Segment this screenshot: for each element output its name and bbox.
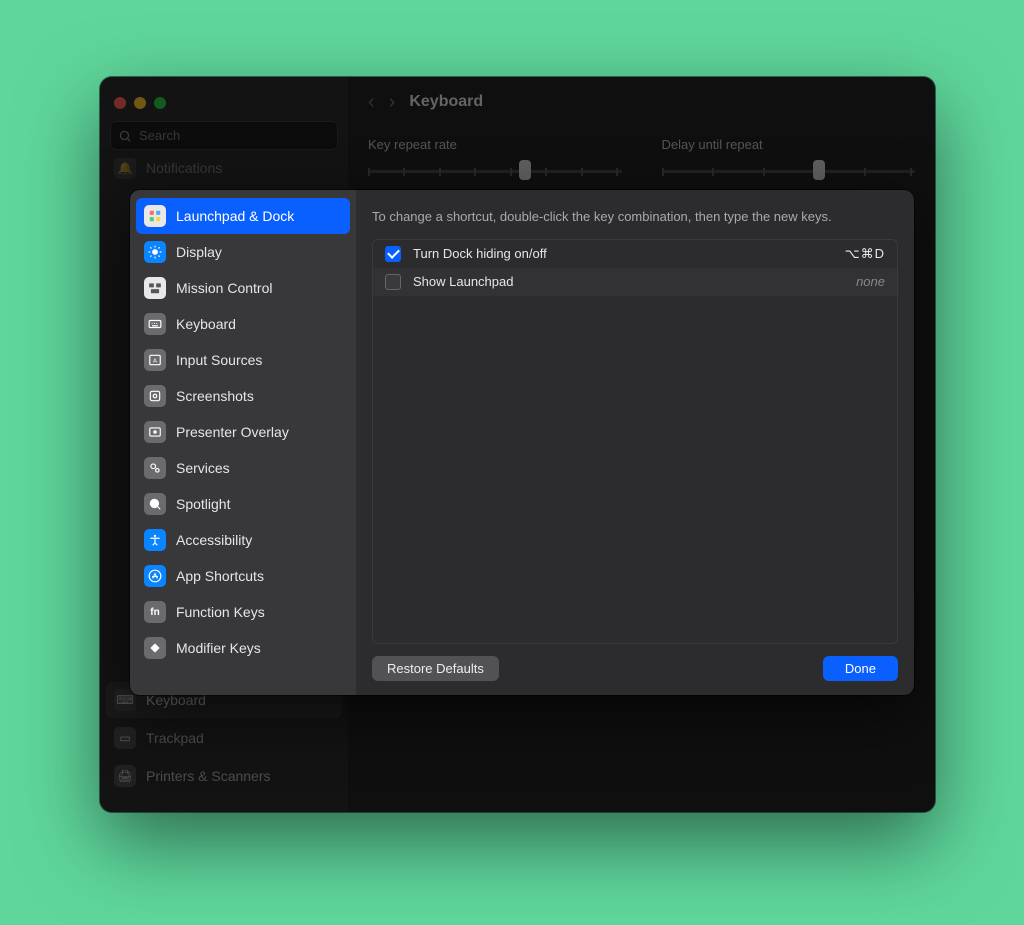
input-icon: A — [144, 349, 166, 371]
launchpad-icon — [144, 205, 166, 227]
category-label: Keyboard — [176, 316, 236, 332]
shortcut-checkbox[interactable] — [385, 274, 401, 290]
category-item[interactable]: Launchpad & Dock — [136, 198, 350, 234]
minimize-window-button[interactable] — [134, 97, 146, 109]
restore-defaults-button[interactable]: Restore Defaults — [372, 656, 499, 681]
toolbar: ‹ › Keyboard — [348, 77, 935, 127]
sidebar-item-label: Trackpad — [146, 730, 204, 746]
keyboard-shortcuts-modal: Launchpad & Dock Display Mission Control Ke… — [130, 190, 914, 695]
svg-text:A: A — [153, 358, 157, 364]
maximize-window-button[interactable] — [154, 97, 166, 109]
shortcut-label: Show Launchpad — [413, 274, 844, 289]
nav-forward-button[interactable]: › — [389, 91, 396, 114]
shortcut-row[interactable]: Turn Dock hiding on/off ⌥⌘D — [373, 240, 897, 268]
category-list: Launchpad & Dock Display Mission Control Ke… — [130, 190, 356, 695]
key-repeat-slider[interactable] — [368, 158, 622, 182]
category-item[interactable]: Display — [136, 234, 350, 270]
category-label: Services — [176, 460, 230, 476]
shortcut-label: Turn Dock hiding on/off — [413, 246, 833, 261]
category-item[interactable]: Spotlight — [136, 486, 350, 522]
slider-label: Key repeat rate — [368, 137, 622, 152]
fn-icon: fn — [144, 601, 166, 623]
slider-label: Delay until repeat — [662, 137, 916, 152]
category-item[interactable]: fn Function Keys — [136, 594, 350, 630]
category-item[interactable]: Accessibility — [136, 522, 350, 558]
presenter-icon — [144, 421, 166, 443]
sidebar-item-trackpad[interactable]: ▭ Trackpad — [106, 720, 342, 756]
shortcut-combo[interactable]: none — [856, 274, 885, 289]
gears-icon — [144, 457, 166, 479]
key-repeat-block: Key repeat rate — [368, 137, 622, 182]
nav-back-button[interactable]: ‹ — [368, 91, 375, 114]
shortcut-combo[interactable]: ⌥⌘D — [845, 246, 885, 262]
search-icon — [118, 129, 132, 143]
printer-icon: 🖨 — [114, 765, 136, 787]
shortcut-list: Turn Dock hiding on/off⌥⌘DShow Launchpad… — [372, 239, 898, 644]
modal-footer: Restore Defaults Done — [372, 656, 898, 681]
sidebar-item-label: Notifications — [146, 160, 222, 176]
sidebar-item-printers[interactable]: 🖨 Printers & Scanners — [106, 758, 342, 794]
bell-icon: 🔔 — [114, 158, 136, 179]
shortcut-checkbox[interactable] — [385, 246, 401, 262]
category-label: Presenter Overlay — [176, 424, 289, 440]
search-input[interactable] — [110, 121, 338, 150]
screenshot-icon — [144, 385, 166, 407]
appstore-icon — [144, 565, 166, 587]
category-label: Spotlight — [176, 496, 230, 512]
category-item[interactable]: Screenshots — [136, 378, 350, 414]
category-label: Screenshots — [176, 388, 254, 404]
category-label: Launchpad & Dock — [176, 208, 294, 224]
category-item[interactable]: A Input Sources — [136, 342, 350, 378]
trackpad-icon: ▭ — [114, 727, 136, 749]
category-label: Accessibility — [176, 532, 252, 548]
page-title: Keyboard — [409, 93, 483, 111]
category-label: Input Sources — [176, 352, 262, 368]
system-settings-window: 🔔 Notifications ⌨ Keyboard ▭ Trackpad 🖨 … — [100, 77, 935, 812]
delay-repeat-block: Delay until repeat — [662, 137, 916, 182]
category-label: App Shortcuts — [176, 568, 264, 584]
traffic-lights — [100, 87, 348, 121]
access-icon — [144, 529, 166, 551]
modifier-icon — [144, 637, 166, 659]
category-label: Display — [176, 244, 222, 260]
spotlight-icon — [144, 493, 166, 515]
sidebar-item-label: Printers & Scanners — [146, 768, 271, 784]
keyboard-icon — [144, 313, 166, 335]
category-label: Mission Control — [176, 280, 272, 296]
category-item[interactable]: Mission Control — [136, 270, 350, 306]
category-item[interactable]: Modifier Keys — [136, 630, 350, 666]
category-item[interactable]: Keyboard — [136, 306, 350, 342]
category-label: Modifier Keys — [176, 640, 261, 656]
category-item[interactable]: Services — [136, 450, 350, 486]
category-item[interactable]: Presenter Overlay — [136, 414, 350, 450]
done-button[interactable]: Done — [823, 656, 898, 681]
instructions: To change a shortcut, double-click the k… — [372, 208, 898, 227]
search-wrap — [110, 121, 338, 150]
category-label: Function Keys — [176, 604, 265, 620]
mission-icon — [144, 277, 166, 299]
display-icon — [144, 241, 166, 263]
delay-repeat-slider[interactable] — [662, 158, 916, 182]
slider-row: Key repeat rate Delay until repeat — [368, 137, 915, 182]
sidebar-item-notifications[interactable]: 🔔 Notifications — [106, 158, 342, 186]
modal-body: To change a shortcut, double-click the k… — [356, 190, 914, 695]
close-window-button[interactable] — [114, 97, 126, 109]
shortcut-row[interactable]: Show Launchpad none — [373, 268, 897, 296]
category-item[interactable]: App Shortcuts — [136, 558, 350, 594]
